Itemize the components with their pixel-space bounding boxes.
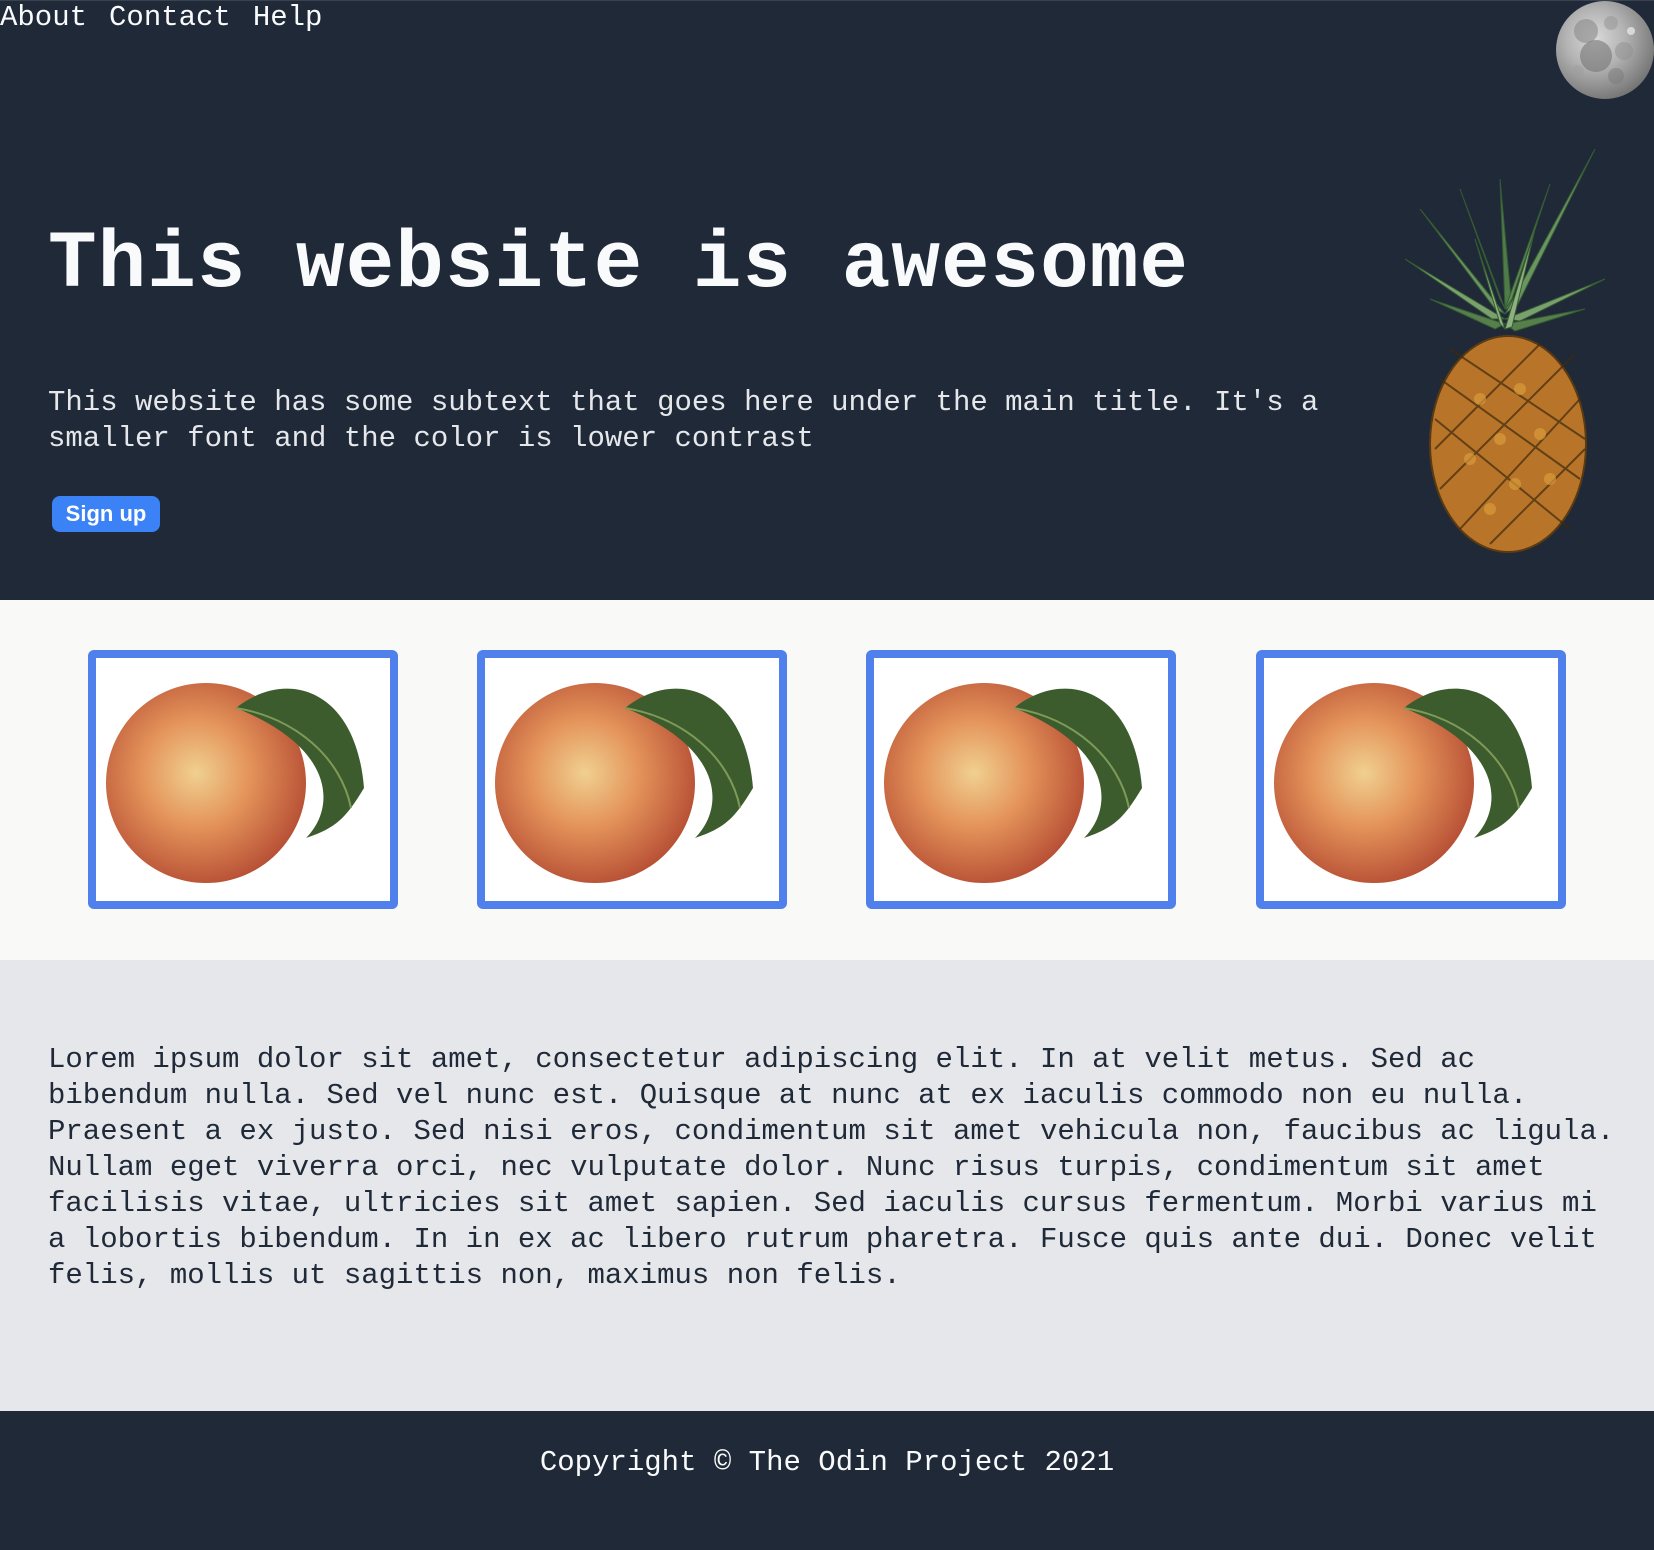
peach-image — [106, 683, 364, 883]
image-cards-section — [0, 600, 1654, 960]
peach-card — [477, 650, 787, 909]
sign-up-button[interactable]: Sign up — [52, 496, 160, 532]
nav-link-contact[interactable]: Contact — [109, 1, 231, 35]
lorem-paragraph: Lorem ipsum dolor sit amet, consectetur … — [48, 1043, 1615, 1292]
moon-icon[interactable] — [1556, 1, 1654, 99]
hero-title: This website is awesome — [48, 220, 1189, 311]
copyright-text: Copyright © The Odin Project 2021 — [539, 1446, 1115, 1479]
peach-card — [88, 650, 398, 909]
peach-image — [1274, 683, 1532, 883]
pineapple-image — [1400, 148, 1610, 554]
top-nav: About Contact Help — [0, 1, 322, 35]
footer: Copyright © The Odin Project 2021 — [0, 1411, 1654, 1550]
hero-section: About Contact Help This website is aweso… — [0, 0, 1654, 600]
nav-link-about[interactable]: About — [0, 1, 87, 35]
peach-image — [495, 683, 753, 883]
peach-card — [866, 650, 1176, 909]
peach-card — [1256, 650, 1566, 909]
hero-subtitle: This website has some subtext that goes … — [48, 386, 1319, 455]
content-section: Lorem ipsum dolor sit amet, consectetur … — [0, 960, 1654, 1411]
peach-image — [884, 683, 1142, 883]
nav-link-help[interactable]: Help — [253, 1, 323, 35]
